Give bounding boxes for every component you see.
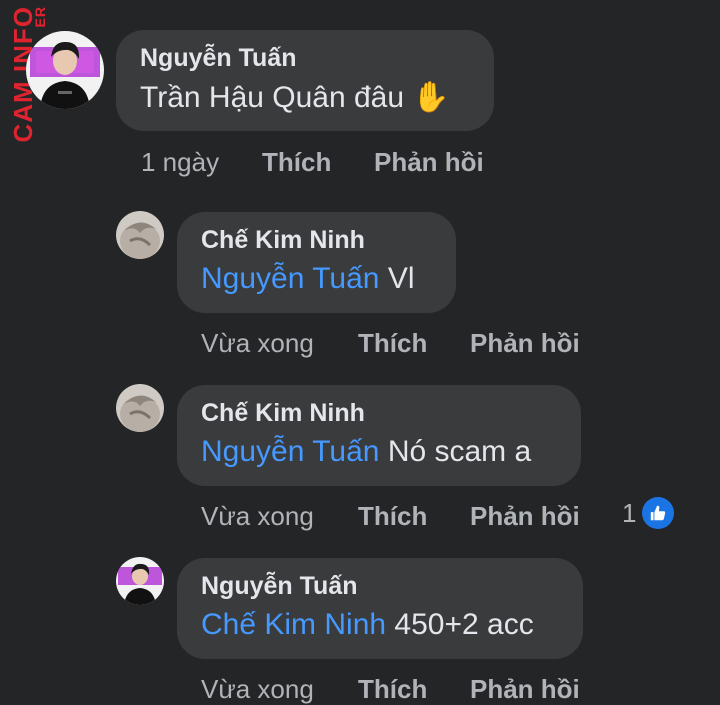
comment-actions: Vừa xong Thích Phản hồi [201, 501, 601, 533]
comment-actions: 1 ngày Thích Phản hồi [141, 147, 541, 179]
comment-text: Nguyễn Tuấn Nó scam a [201, 435, 531, 469]
comment-author[interactable]: Nguyễn Tuấn [201, 572, 357, 601]
comment-time[interactable]: Vừa xong [201, 328, 314, 359]
like-button[interactable]: Thích [358, 674, 427, 705]
mention-link[interactable]: Nguyễn Tuấn [201, 435, 379, 468]
avatar-image [26, 31, 104, 109]
like-button[interactable]: Thích [358, 328, 427, 359]
thumbs-up-glyph [651, 505, 666, 521]
comment-bubble: Chế Kim Ninh Nguyễn Tuấn Nó scam a [177, 385, 581, 486]
reply-button[interactable]: Phản hồi [374, 147, 484, 178]
comment-time[interactable]: Vừa xong [201, 501, 314, 532]
comment-actions: Vừa xong Thích Phản hồi [201, 328, 601, 360]
reply-button[interactable]: Phản hồi [470, 674, 580, 705]
comment-author[interactable]: Nguyễn Tuấn [140, 44, 296, 73]
mention-link[interactable]: Chế Kim Ninh [201, 608, 386, 641]
reaction-summary[interactable]: 1 [622, 497, 675, 529]
reply-button[interactable]: Phản hồi [470, 328, 580, 359]
comment-body: Trần Hậu Quân đâu [140, 81, 405, 114]
comment-bubble: Nguyễn Tuấn Chế Kim Ninh 450+2 acc [177, 558, 583, 659]
avatar-che-kim-ninh[interactable] [116, 211, 164, 259]
comment-time[interactable]: 1 ngày [141, 147, 219, 178]
comment-bubble: Nguyễn Tuấn Trần Hậu Quân đâu ✋ [116, 30, 494, 131]
avatar-image [116, 211, 164, 259]
like-button[interactable]: Thích [358, 501, 427, 532]
avatar-nguyen-tuan[interactable] [26, 31, 104, 109]
comment-text: Nguyễn Tuấn Vl [201, 262, 415, 296]
mention-link[interactable]: Nguyễn Tuấn [201, 262, 379, 295]
comment-body: 450+2 acc [394, 608, 534, 641]
comment-text: Trần Hậu Quân đâu ✋ [140, 80, 450, 115]
avatar-image [116, 384, 164, 432]
comment-actions: Vừa xong Thích Phản hồi [201, 674, 601, 704]
avatar-nguyen-tuan[interactable] [116, 557, 164, 605]
comment-text: Chế Kim Ninh 450+2 acc [201, 608, 534, 642]
thumbs-up-icon [642, 497, 675, 529]
like-button[interactable]: Thích [262, 147, 331, 178]
comment-bubble: Chế Kim Ninh Nguyễn Tuấn Vl [177, 212, 456, 313]
raised-hand-emoji-icon: ✋ [412, 81, 450, 114]
avatar-image [116, 557, 164, 605]
reaction-count: 1 [622, 497, 637, 528]
reply-button[interactable]: Phản hồi [470, 501, 580, 532]
comment-author[interactable]: Chế Kim Ninh [201, 226, 365, 255]
comment-body: Vl [387, 262, 415, 295]
comment-time[interactable]: Vừa xong [201, 674, 314, 705]
comment-author[interactable]: Chế Kim Ninh [201, 399, 365, 428]
avatar-che-kim-ninh[interactable] [116, 384, 164, 432]
comment-body: Nó scam a [387, 435, 532, 468]
